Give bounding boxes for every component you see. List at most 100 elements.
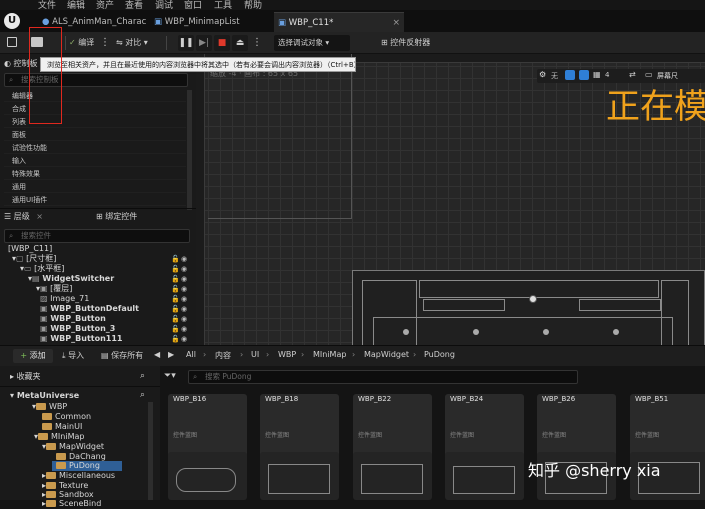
lock-toggle-icon[interactable] xyxy=(579,70,589,80)
eye-icon[interactable]: ◉ xyxy=(181,295,187,303)
folder-item-selected[interactable]: PuDong xyxy=(52,461,122,471)
lock-icon[interactable]: 🔓 xyxy=(171,335,180,343)
menu-help[interactable]: 帮助 xyxy=(244,0,262,10)
tree-item[interactable]: ▾▣ [覆层] xyxy=(36,284,72,294)
eye-icon[interactable]: ◉ xyxy=(181,265,187,273)
eye-icon[interactable]: ◉ xyxy=(181,315,187,323)
breadcrumb-item[interactable]: MIniMap xyxy=(313,350,346,359)
location-marker-icon[interactable] xyxy=(473,329,479,335)
tree-item[interactable]: ▣ WBP_Button xyxy=(40,314,106,324)
more-play-options-icon[interactable]: ⋮ xyxy=(252,35,262,51)
filter-icon[interactable]: ⏷▾ xyxy=(164,371,176,381)
folder-item[interactable]: MainUI xyxy=(42,422,82,432)
palette-category[interactable]: 通用UI插件 xyxy=(4,195,186,206)
tab-hierarchy[interactable]: ☰ 层级 × xyxy=(4,209,43,225)
add-button[interactable]: + 添加 xyxy=(13,349,53,363)
location-marker-icon[interactable] xyxy=(403,329,409,335)
asset-search-input[interactable]: ⌕ 搜索 PuDong xyxy=(188,370,578,384)
root-folder[interactable]: ▾ MetaUniverse xyxy=(10,391,79,401)
location-marker-icon[interactable] xyxy=(529,295,537,303)
folder-scrollbar[interactable] xyxy=(148,402,153,500)
hierarchy-search-input[interactable]: ⌕ 搜索控件 xyxy=(4,229,190,243)
breadcrumb-item[interactable]: UI xyxy=(251,350,259,359)
map-widget-preview[interactable] xyxy=(352,270,705,348)
folder-item[interactable]: ▾ MapWidget xyxy=(42,442,104,452)
tab-bind-widgets[interactable]: ⊞ 绑定控件 xyxy=(96,209,137,225)
diff-button[interactable]: ⇋ 对比 ▾ xyxy=(116,35,148,51)
lock-icon[interactable]: 🔓 xyxy=(171,255,180,263)
tree-item[interactable]: ▾▤ WidgetSwitcher xyxy=(28,274,114,284)
tree-item[interactable]: ▾▭ [水平框] xyxy=(20,264,64,274)
menu-debug[interactable]: 调试 xyxy=(155,0,173,10)
tree-item[interactable]: ▣ WBP_Button111 xyxy=(40,334,122,344)
tree-item[interactable]: ▣ WBP_Button_3 xyxy=(40,324,115,334)
asset-thumbnail[interactable] xyxy=(353,452,432,500)
grid-icon[interactable]: ▦ xyxy=(593,70,601,79)
widget-reflector-button[interactable]: ⊞ 控件反射器 xyxy=(381,35,430,51)
grid-size-label[interactable]: 4 xyxy=(605,71,609,79)
breadcrumb-item[interactable]: MapWidget xyxy=(364,350,409,359)
folder-item[interactable]: Common xyxy=(42,412,91,422)
eye-icon[interactable]: ◉ xyxy=(181,255,187,263)
stop-button[interactable]: ■ xyxy=(214,35,230,51)
menu-edit[interactable]: 编辑 xyxy=(67,0,85,10)
palette-category[interactable]: 面板 xyxy=(4,130,186,141)
menu-window[interactable]: 窗口 xyxy=(184,0,202,10)
breadcrumb-item[interactable]: PuDong xyxy=(424,350,455,359)
search-icon[interactable]: ⌕ xyxy=(140,371,145,381)
tree-item[interactable]: ▨ Image_71 xyxy=(40,294,89,304)
asset-thumbnail[interactable] xyxy=(445,452,524,500)
more-options-icon[interactable]: ⋮ xyxy=(100,35,110,51)
menu-view[interactable]: 查看 xyxy=(125,0,143,10)
tab-wbp-minimaplist[interactable]: ▣ WBP_MinimapList xyxy=(150,12,274,32)
folder-item[interactable]: ▸ Miscellaneous xyxy=(42,471,115,481)
eye-icon[interactable]: ◉ xyxy=(181,275,187,283)
lock-icon[interactable]: 🔓 xyxy=(171,295,180,303)
palette-scrollbar[interactable] xyxy=(187,90,192,210)
search-icon[interactable]: ⌕ xyxy=(140,390,145,400)
location-marker-icon[interactable] xyxy=(613,329,619,335)
toggle-icon[interactable] xyxy=(565,70,575,80)
breadcrumb-item[interactable]: WBP xyxy=(278,350,296,359)
compile-button[interactable]: ✓ 编译 xyxy=(69,35,94,51)
palette-category[interactable]: 通用 xyxy=(4,182,186,193)
lock-icon[interactable]: 🔓 xyxy=(171,325,180,333)
eject-button[interactable]: ⏏ xyxy=(232,35,248,51)
breadcrumb-item[interactable]: All xyxy=(186,350,196,359)
palette-category[interactable]: 特殊效果 xyxy=(4,169,186,180)
lock-icon[interactable]: 🔓 xyxy=(171,285,180,293)
asset-thumbnail[interactable] xyxy=(260,452,339,500)
tree-item[interactable]: ▣ WBP_ButtonDefault xyxy=(40,304,139,314)
save-icon[interactable] xyxy=(7,37,17,47)
favorites-section[interactable]: ▸ 收藏夹 xyxy=(10,372,41,382)
import-button[interactable]: ⤓ 导入 xyxy=(62,350,84,361)
eye-icon[interactable]: ◉ xyxy=(181,285,187,293)
menu-asset[interactable]: 资产 xyxy=(96,0,114,10)
flow-direction-icon[interactable]: ⇄ xyxy=(629,70,636,79)
lock-icon[interactable]: 🔓 xyxy=(171,275,180,283)
tree-item[interactable]: [WBP_C11] xyxy=(8,244,52,254)
palette-category[interactable]: 试验性功能 xyxy=(4,143,186,154)
pause-button[interactable]: ❚❚ xyxy=(178,35,194,51)
lock-icon[interactable]: 🔓 xyxy=(171,265,180,273)
forward-icon[interactable]: ▶ xyxy=(168,350,174,359)
eye-icon[interactable]: ◉ xyxy=(181,325,187,333)
breadcrumb-item[interactable]: 内容 xyxy=(215,350,231,361)
monitor-icon[interactable]: ▭ xyxy=(645,70,653,79)
location-marker-icon[interactable] xyxy=(543,329,549,335)
folder-item[interactable]: ▾ MIniMap xyxy=(34,432,84,442)
menu-file[interactable]: 文件 xyxy=(38,0,56,10)
settings-icon[interactable]: ⚙ xyxy=(539,70,546,79)
unreal-logo-icon[interactable]: U xyxy=(4,13,20,29)
no-scale-label[interactable]: 无 xyxy=(551,71,558,81)
close-tab-icon[interactable]: × xyxy=(392,13,400,32)
tab-wbp-c11[interactable]: ▣ WBP_C11* × xyxy=(274,12,404,32)
close-tab-icon[interactable]: × xyxy=(36,212,43,221)
eye-icon[interactable]: ◉ xyxy=(181,335,187,343)
lock-icon[interactable]: 🔓 xyxy=(171,315,180,323)
palette-category[interactable]: 输入 xyxy=(4,156,186,167)
asset-thumbnail[interactable] xyxy=(168,452,247,500)
folder-item[interactable]: ▾ WBP xyxy=(32,402,67,412)
menu-tools[interactable]: 工具 xyxy=(214,0,232,10)
back-icon[interactable]: ◀ xyxy=(154,350,160,359)
